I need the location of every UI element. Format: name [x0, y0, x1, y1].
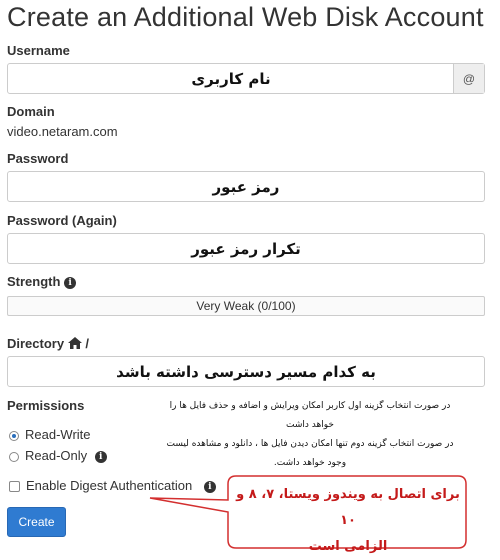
- callout-bubble: [149, 475, 467, 549]
- callout-text: برای اتصال به ویندوز ویستا، ۷، ۸ و ۱۰ ال…: [234, 482, 462, 560]
- callout-line: الزامی است: [308, 539, 388, 554]
- callout-line: برای اتصال به ویندوز ویستا، ۷، ۸ و ۱۰: [236, 487, 460, 528]
